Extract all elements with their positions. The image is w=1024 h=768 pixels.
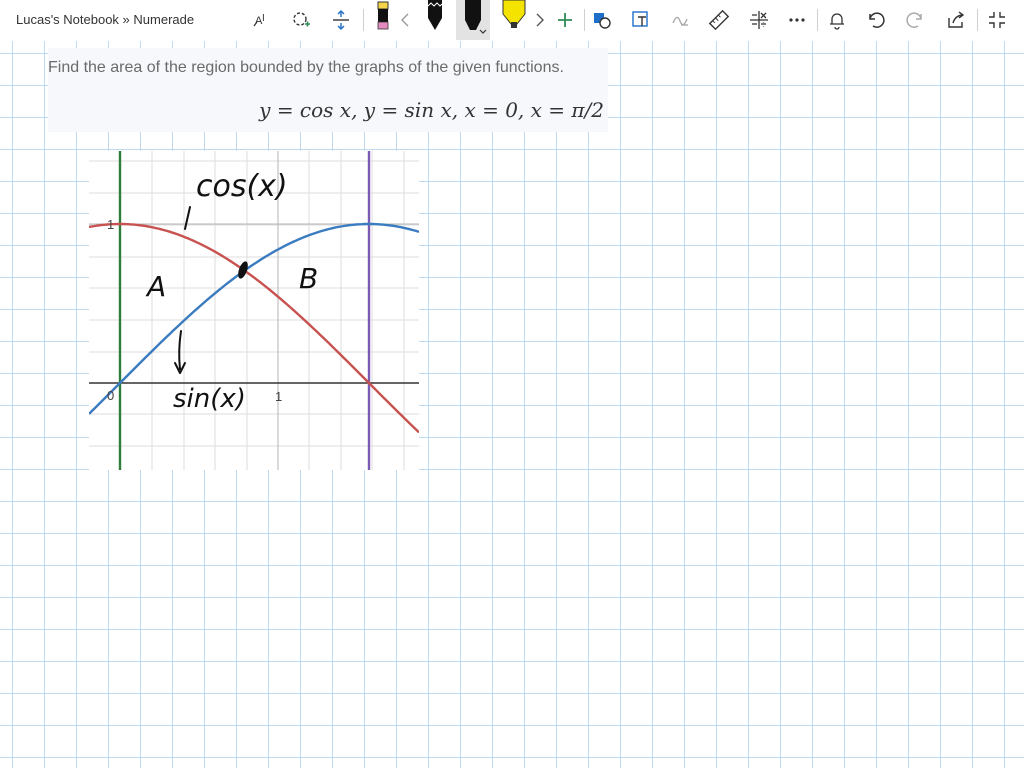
graph-svg: 0 1 1 cos(x) A B sin(x) (88, 151, 420, 470)
ink-intersection-dot (238, 261, 248, 279)
black-pen-icon[interactable] (418, 0, 452, 40)
scroll-right-icon[interactable] (530, 4, 550, 36)
graph-image[interactable]: 0 1 1 cos(x) A B sin(x) (88, 151, 420, 470)
math-icon[interactable] (744, 4, 774, 36)
share-icon[interactable] (941, 4, 971, 36)
ruler-icon[interactable] (704, 4, 734, 36)
tick-label-y-1: 1 (107, 217, 114, 232)
ink-annotations: cos(x) A B sin(x) (145, 169, 318, 414)
ink-to-text-icon[interactable] (626, 4, 656, 36)
more-icon[interactable] (782, 4, 812, 36)
yellow-highlighter-icon[interactable] (497, 0, 531, 40)
tick-label-origin: 0 (107, 388, 114, 403)
black-marker-icon[interactable] (456, 0, 490, 40)
ink-label-cos: cos(x) (196, 169, 288, 204)
ink-label-B: B (299, 262, 318, 295)
toolbar-divider (584, 9, 585, 31)
toolbar: Lucas's Notebook » Numerade AI (0, 0, 1024, 42)
fullscreen-icon[interactable] (982, 4, 1012, 36)
replay-icon[interactable] (822, 4, 852, 36)
lasso-select-icon[interactable] (286, 4, 316, 36)
toolbar-divider (977, 9, 978, 31)
tick-label-x-1: 1 (275, 389, 282, 404)
text-select-icon[interactable]: AI (247, 4, 277, 36)
problem-box: Find the area of the region bounded by t… (48, 48, 608, 132)
toolbar-divider (363, 9, 364, 31)
redo-icon[interactable] (900, 4, 930, 36)
ink-label-sin: sin(x) (173, 384, 246, 414)
problem-equation: y = cos x, y = sin x, x = 0, x = π/2 (259, 98, 604, 122)
add-space-icon[interactable] (326, 4, 356, 36)
undo-icon[interactable] (861, 4, 891, 36)
toolbar-divider (817, 9, 818, 31)
scroll-left-icon[interactable] (395, 4, 415, 36)
ink-label-A: A (145, 270, 166, 303)
problem-text: Find the area of the region bounded by t… (48, 59, 564, 76)
svg-text:I: I (262, 13, 265, 24)
ink-arrow-cos (184, 206, 191, 230)
page-title: Lucas's Notebook » Numerade (16, 12, 195, 27)
ink-to-math-icon[interactable] (665, 4, 695, 36)
shapes-icon[interactable] (587, 4, 617, 36)
add-pen-icon[interactable] (550, 4, 580, 36)
